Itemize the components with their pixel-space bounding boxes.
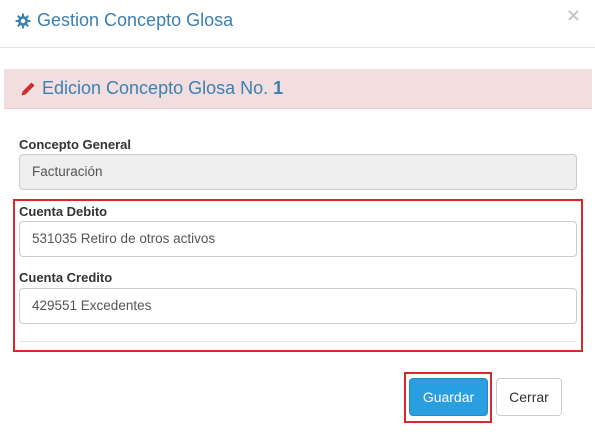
modal-header: Gestion Concepto Glosa × bbox=[0, 0, 595, 48]
modal-title: Gestion Concepto Glosa bbox=[15, 9, 233, 31]
section-banner: Edicion Concepto Glosa No. 1 bbox=[4, 69, 592, 109]
cuenta-debito-field[interactable]: 531035 Retiro de otros activos bbox=[19, 221, 577, 257]
banner-text: Edicion Concepto Glosa No. bbox=[42, 78, 269, 98]
modal-title-text: Gestion Concepto Glosa bbox=[37, 10, 234, 30]
cuenta-credito-field[interactable]: 429551 Excedentes bbox=[19, 288, 577, 324]
close-icon[interactable]: × bbox=[566, 7, 581, 25]
cancel-button[interactable]: Cerrar bbox=[496, 378, 562, 416]
divider bbox=[19, 341, 577, 342]
banner-number: 1 bbox=[273, 78, 284, 98]
cuenta-debito-label: Cuenta Debito bbox=[19, 204, 108, 219]
concepto-general-label: Concepto General bbox=[19, 137, 131, 152]
gear-icon bbox=[15, 12, 31, 29]
save-button[interactable]: Guardar bbox=[409, 378, 488, 416]
cuenta-credito-label: Cuenta Credito bbox=[19, 270, 113, 285]
pencil-icon bbox=[20, 81, 36, 97]
concepto-general-field: Facturación bbox=[19, 154, 577, 190]
modal-dialog: Gestion Concepto Glosa × Edicion Concept… bbox=[0, 0, 595, 447]
